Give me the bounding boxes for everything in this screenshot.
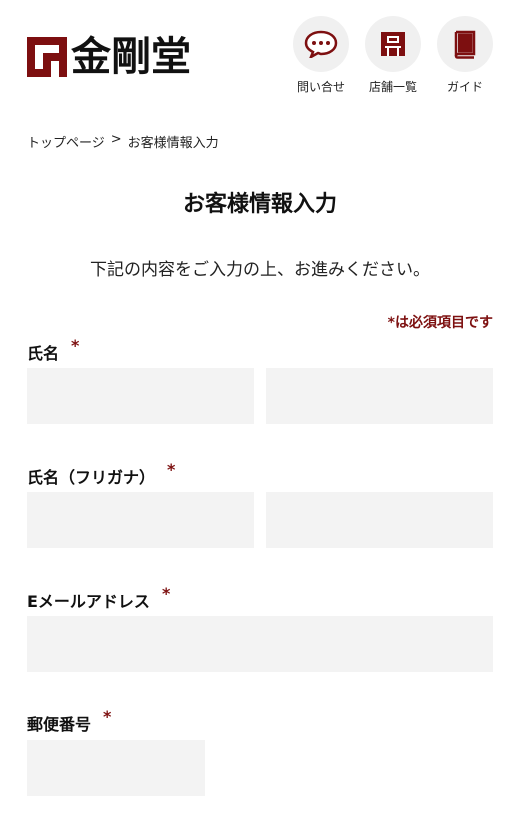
nav-circle (437, 16, 493, 72)
nav-label: 問い合せ (296, 80, 345, 94)
chat-bubble-icon (304, 30, 338, 58)
required-mark: * (161, 584, 171, 603)
required-note: *は必須項目です (387, 315, 493, 331)
breadcrumb-separator: > (110, 132, 122, 147)
name-label: 氏名 * (27, 336, 79, 364)
book-icon (454, 30, 476, 59)
kana-label: 氏名（フリガナ） * (27, 460, 175, 488)
first-name-kana-input[interactable] (266, 492, 493, 548)
nav-item-contact[interactable]: 問い合せ (292, 16, 350, 95)
last-name-input[interactable] (27, 368, 254, 424)
required-mark: * (103, 707, 112, 726)
nav-circle (365, 16, 421, 72)
last-name-kana-input[interactable] (27, 492, 254, 548)
logo-text: 金剛堂 (71, 34, 191, 80)
nav-item-guide[interactable]: ガイド (436, 16, 494, 95)
kana-label-text: 氏名（フリガナ） (27, 468, 156, 487)
required-mark: * (71, 336, 80, 355)
postal-code-input[interactable] (27, 740, 205, 796)
lead-text: 下記の内容をご入力の上、お進みください。 (90, 260, 430, 280)
postal-label: 郵便番号 * (27, 707, 111, 735)
logo-mark-icon (27, 37, 67, 77)
breadcrumb-current: お客様情報入力 (127, 136, 219, 151)
breadcrumb: トップページ > お客様情報入力 (27, 132, 219, 151)
nav-circle (293, 16, 349, 72)
postal-label-text: 郵便番号 (27, 715, 92, 734)
email-label: Eメールアドレス * (27, 584, 170, 612)
email-input[interactable] (27, 616, 493, 672)
page-title: お客様情報入力 (182, 192, 337, 217)
required-mark: * (167, 460, 176, 479)
nav-label: ガイド (446, 80, 483, 94)
site-header: 金剛堂 問い合せ 店舗一覧 ガイド (0, 0, 520, 110)
name-label-text: 氏名 (27, 344, 60, 363)
nav-label: 店舗一覧 (368, 80, 417, 94)
store-icon (381, 32, 405, 56)
first-name-input[interactable] (266, 368, 493, 424)
site-logo[interactable]: 金剛堂 (27, 37, 191, 77)
breadcrumb-home-link[interactable]: トップページ (27, 132, 105, 151)
email-label-text: Eメールアドレス (27, 592, 150, 611)
header-nav: 問い合せ 店舗一覧 ガイド (292, 16, 494, 95)
nav-item-stores[interactable]: 店舗一覧 (364, 16, 422, 95)
